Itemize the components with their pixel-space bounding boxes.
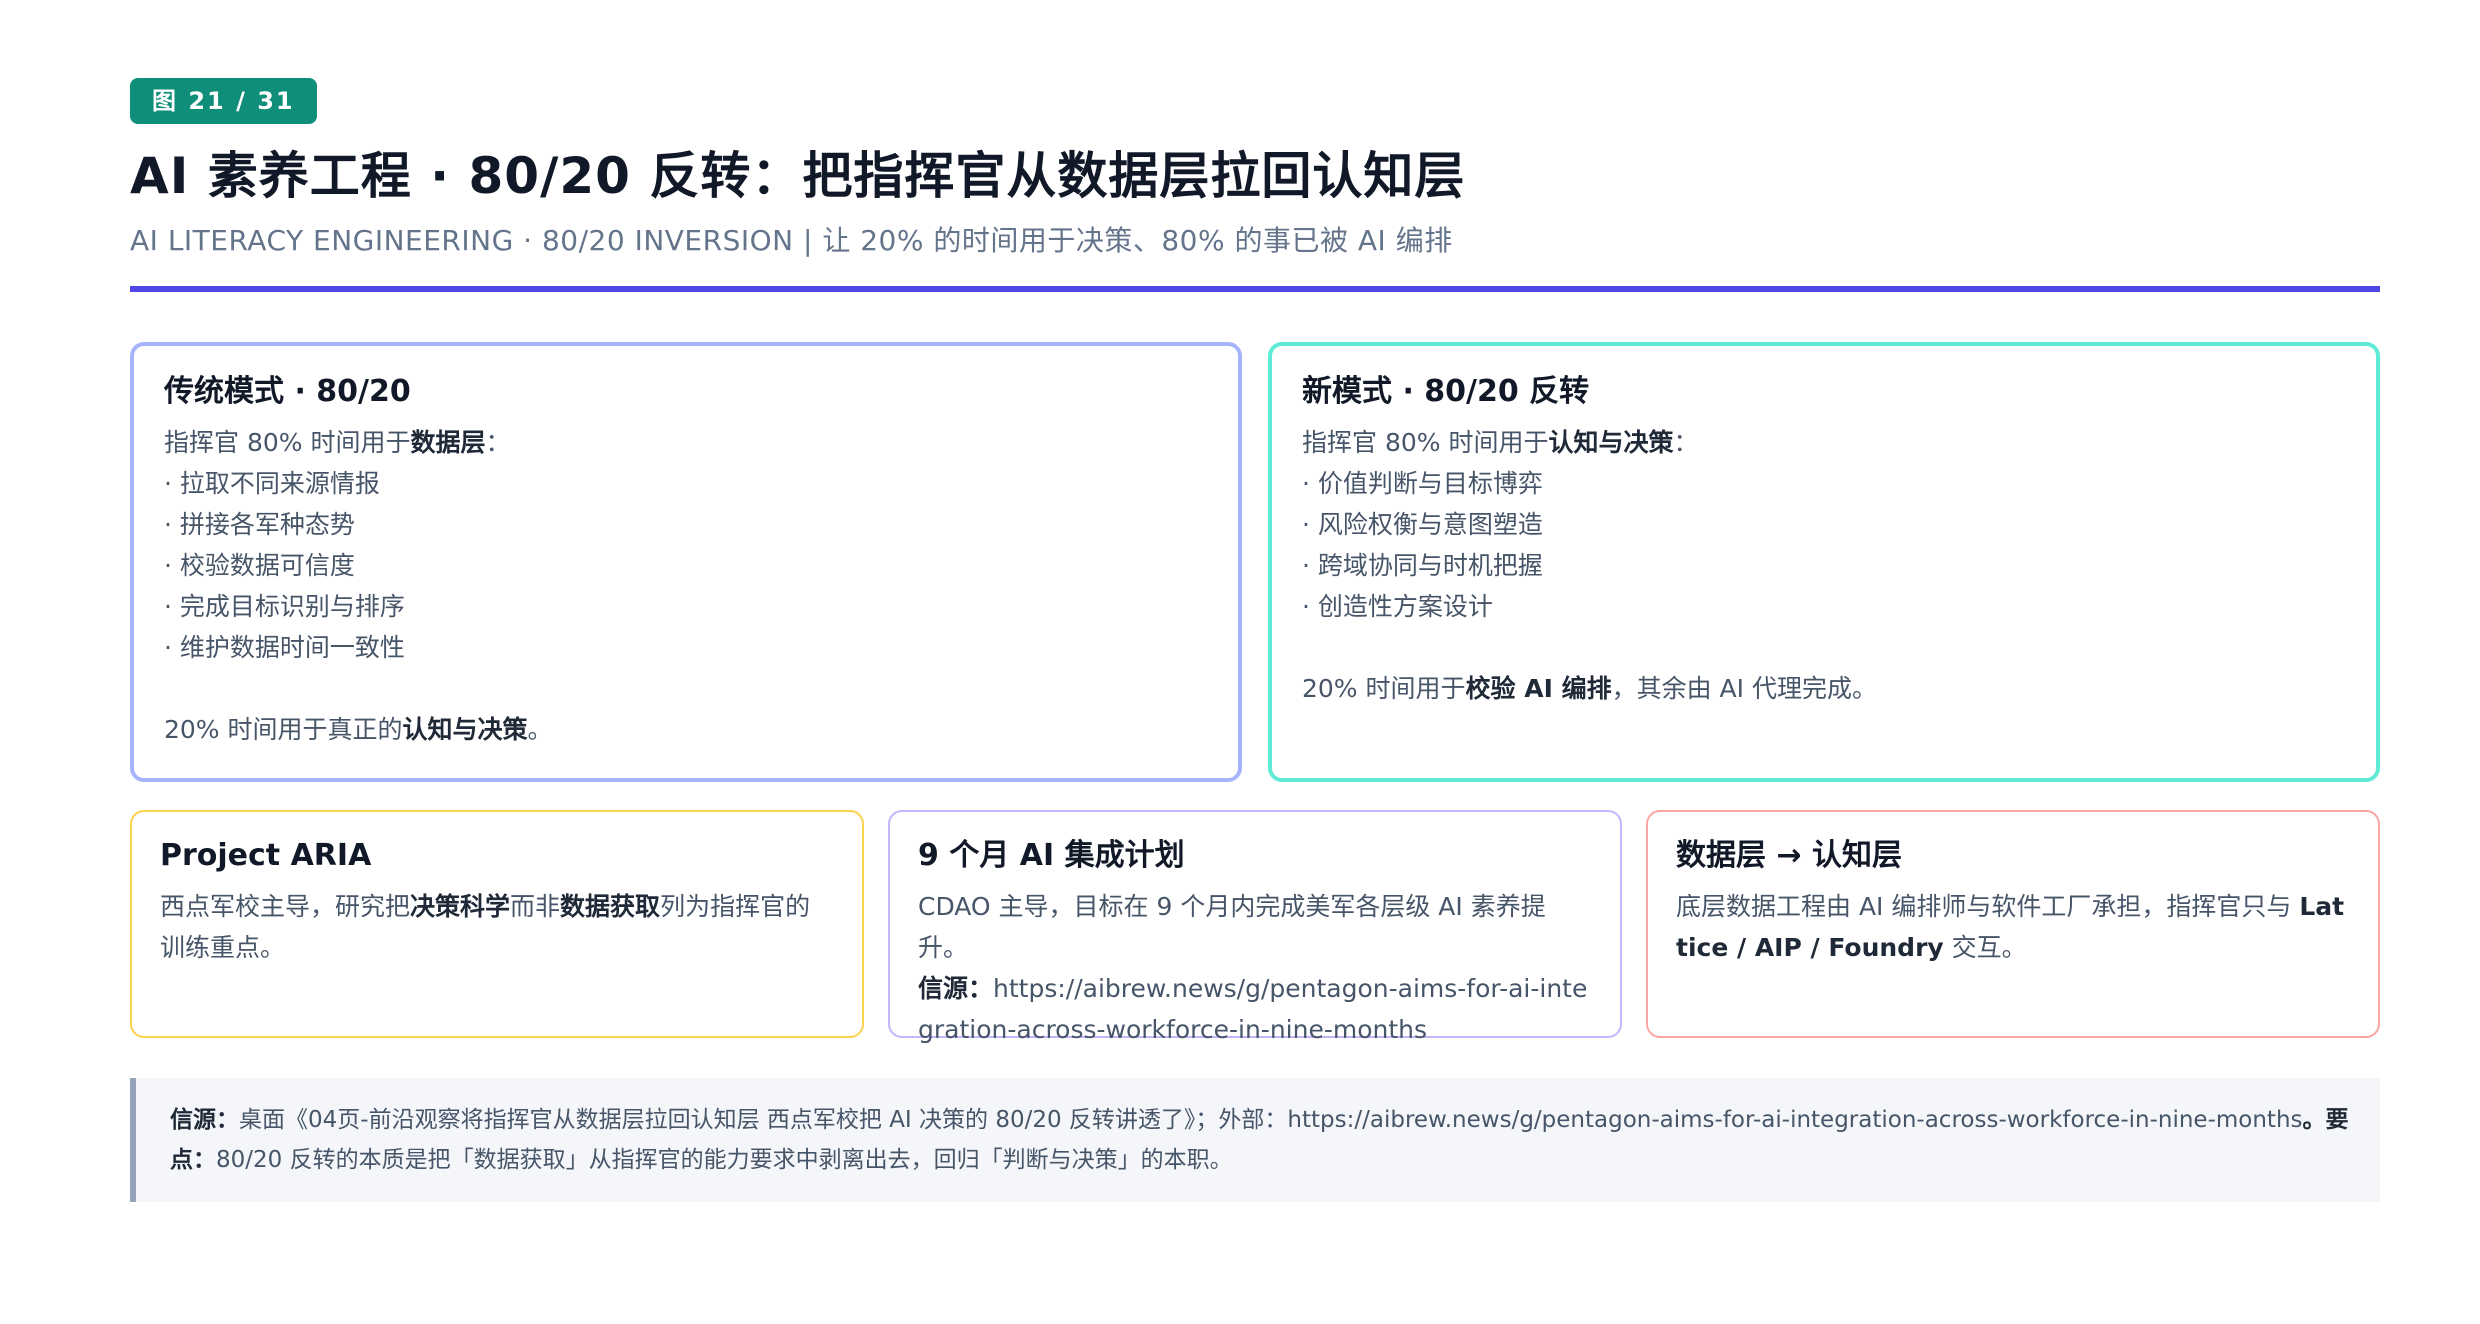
list-item: · 创造性方案设计 (1302, 592, 1493, 621)
comparison-row: 传统模式 · 80/20 指挥官 80% 时间用于数据层： · 拉取不同来源情报… (130, 342, 2380, 782)
nine-month-plan-card: 9 个月 AI 集成计划 CDAO 主导，目标在 9 个月内完成美军各层级 AI… (888, 810, 1622, 1044)
detail-cards-row: Project ARIA 西点军校主导，研究把决策科学而非数据获取列为指挥官的训… (130, 810, 2380, 1044)
data-to-cognition-title: 数据层 → 认知层 (1676, 838, 1903, 873)
figure-counter-badge: 图 21 / 31 (130, 78, 317, 124)
new-intro-bold: 认知与决策 (1548, 428, 1674, 457)
aria-text-mid: 而非 (510, 892, 561, 921)
aria-text-bold-data: 数据获取 (560, 892, 661, 921)
list-item: · 风险权衡与意图塑造 (1302, 510, 1543, 539)
layer-text-suffix: 交互。 (1943, 933, 2027, 962)
note-key-text: 80/20 反转的本质是把「数据获取」从指挥官的能力要求中剥离出去，回归「判断与… (216, 1147, 1233, 1173)
title-divider (130, 286, 2380, 292)
new-outro-bold: 校验 AI 编排 (1465, 674, 1612, 703)
traditional-intro-bold: 数据层 (410, 428, 486, 457)
source-link[interactable]: https://aibrew.news/g/pentagon-aims-for-… (918, 974, 1587, 1044)
traditional-outro-prefix: 20% 时间用于真正的 (164, 715, 403, 744)
data-to-cognition-card: 数据层 → 认知层 底层数据工程由 AI 编排师与软件工厂承担，指挥官只与 La… (1646, 810, 2380, 1038)
page-title: AI 素养工程 · 80/20 反转：把指挥官从数据层拉回认知层 (130, 147, 1466, 205)
list-item: · 拼接各军种态势 (164, 510, 355, 539)
note-source-text: 桌面《04页-前沿观察将指挥官从数据层拉回认知层 西点军校把 AI 决策的 80… (239, 1107, 2303, 1133)
nine-month-plan-title: 9 个月 AI 集成计划 (918, 838, 1185, 873)
traditional-mode-card: 传统模式 · 80/20 指挥官 80% 时间用于数据层： · 拉取不同来源情报… (130, 342, 1242, 782)
aria-text-prefix: 西点军校主导，研究把 (160, 892, 411, 921)
new-intro-suffix: ： (1673, 428, 1699, 457)
traditional-outro-suffix: 。 (527, 715, 553, 744)
new-mode-intro: 指挥官 80% 时间用于认知与决策： (1302, 422, 2346, 463)
traditional-mode-title: 传统模式 · 80/20 (164, 374, 411, 409)
traditional-intro-prefix: 指挥官 80% 时间用于 (164, 428, 411, 457)
list-item: · 完成目标识别与排序 (164, 592, 405, 621)
layer-text-prefix: 底层数据工程由 AI 编排师与软件工厂承担，指挥官只与 (1676, 892, 2300, 921)
traditional-outro-bold: 认知与决策 (402, 715, 528, 744)
nine-month-plan-source: 信源：https://aibrew.news/g/pentagon-aims-f… (918, 968, 1592, 1050)
list-item: · 拉取不同来源情报 (164, 469, 380, 498)
slide-page: 图 21 / 31 AI 素养工程 · 80/20 反转：把指挥官从数据层拉回认… (0, 0, 2480, 1324)
list-item: · 维护数据时间一致性 (164, 633, 405, 662)
new-mode-card: 新模式 · 80/20 反转 指挥官 80% 时间用于认知与决策： · 价值判断… (1268, 342, 2380, 782)
list-item: · 校验数据可信度 (164, 551, 355, 580)
list-item: · 价值判断与目标博弈 (1302, 469, 1543, 498)
traditional-intro-suffix: ： (485, 428, 511, 457)
new-outro-prefix: 20% 时间用于 (1302, 674, 1466, 703)
data-to-cognition-text: 底层数据工程由 AI 编排师与软件工厂承担，指挥官只与 Lattice / AI… (1676, 886, 2350, 968)
aria-text-bold-decision: 决策科学 (410, 892, 511, 921)
list-item: · 跨域协同与时机把握 (1302, 551, 1543, 580)
note-source-label: 信源： (170, 1107, 239, 1133)
source-label: 信源： (918, 974, 994, 1003)
project-aria-card: Project ARIA 西点军校主导，研究把决策科学而非数据获取列为指挥官的训… (130, 810, 864, 1038)
nine-month-plan-text: CDAO 主导，目标在 9 个月内完成美军各层级 AI 素养提升。 (918, 892, 1546, 962)
new-intro-prefix: 指挥官 80% 时间用于 (1302, 428, 1549, 457)
source-note: 信源：桌面《04页-前沿观察将指挥官从数据层拉回认知层 西点军校把 AI 决策的… (130, 1078, 2380, 1202)
project-aria-title: Project ARIA (160, 838, 372, 873)
new-mode-title: 新模式 · 80/20 反转 (1302, 374, 1590, 409)
slide-content: 图 21 / 31 AI 素养工程 · 80/20 反转：把指挥官从数据层拉回认… (130, 78, 2380, 1202)
traditional-mode-intro: 指挥官 80% 时间用于数据层： (164, 422, 1208, 463)
new-mode-outro: 20% 时间用于校验 AI 编排，其余由 AI 代理完成。 (1302, 668, 2346, 709)
new-outro-suffix: ，其余由 AI 代理完成。 (1611, 674, 1877, 703)
page-subtitle: AI LITERACY ENGINEERING · 80/20 INVERSIO… (130, 224, 1453, 257)
project-aria-text: 西点军校主导，研究把决策科学而非数据获取列为指挥官的训练重点。 (160, 886, 834, 968)
traditional-mode-outro: 20% 时间用于真正的认知与决策。 (164, 709, 1208, 750)
